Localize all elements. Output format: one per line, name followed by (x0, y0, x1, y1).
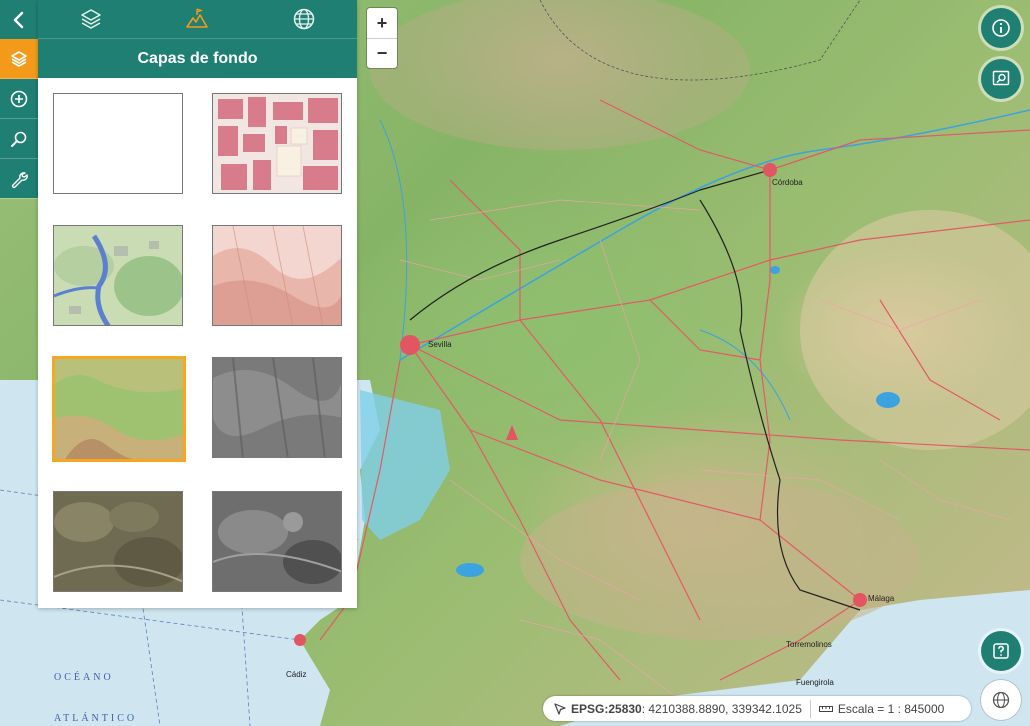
serrania (520, 480, 920, 640)
panel-title: Capas de fondo (137, 49, 258, 67)
city-label-malaga: Málaga (868, 594, 895, 603)
basemap-thumbnail-orthophoto[interactable] (53, 491, 183, 592)
ocean-label: OCÉANO (54, 672, 114, 683)
land-use-preview (54, 226, 182, 325)
globe-icon (992, 691, 1010, 709)
layers-icon (81, 9, 101, 29)
layers-icon (11, 50, 27, 67)
river (379, 119, 408, 361)
map-search-button[interactable] (981, 59, 1021, 99)
orthophoto-preview (54, 492, 182, 591)
basemap-thumbnail-orthophoto-bw[interactable] (212, 491, 342, 592)
reservoir (456, 563, 484, 577)
projection-button[interactable] (981, 680, 1021, 720)
scale-readout: Escala = 1 : 845000 (837, 701, 945, 716)
sierra-morena (370, 0, 750, 150)
info-icon (992, 19, 1010, 37)
basemap-thumbnail-cadastral[interactable] (212, 93, 342, 194)
map-search-icon (992, 70, 1010, 86)
scale-icon (818, 705, 833, 712)
collapse-panel-button[interactable] (0, 0, 38, 40)
epsg-label[interactable]: EPSG:25830 (571, 702, 642, 716)
chevron-left-icon (13, 11, 24, 28)
add-layer-button[interactable] (0, 79, 38, 119)
zoom-out-button[interactable]: − (367, 38, 397, 68)
search-icon (11, 131, 27, 147)
left-toolbar (0, 0, 38, 199)
divider (809, 699, 811, 718)
info-button[interactable] (981, 8, 1021, 48)
zoom-control: + − (367, 8, 397, 68)
city-label-sevilla: Sevilla (428, 340, 452, 349)
cursor-icon (554, 702, 566, 715)
status-bar: EPSG:25830 : 4210388.8890, 339342.1025 E… (543, 696, 971, 721)
basemap-thumbnail-blank[interactable] (53, 93, 183, 194)
reservoir (770, 266, 780, 274)
wrench-icon (11, 171, 28, 188)
marshland (360, 390, 450, 540)
city-label-cordoba: Córdoba (772, 178, 803, 187)
hillshade-preview (213, 358, 341, 457)
city-malaga (853, 593, 867, 607)
city-label-cadiz: Cádiz (286, 670, 307, 679)
reservoir (876, 392, 900, 408)
base-layers-panel: Capas de fondo (38, 0, 357, 608)
city-cordoba (763, 163, 777, 177)
basemap-thumbnail-land-use[interactable] (53, 225, 183, 326)
coordinates-readout: : 4210388.8890, 339342.1025 (641, 701, 802, 716)
search-button[interactable] (0, 119, 38, 159)
city-cadiz (294, 634, 306, 646)
layers-button[interactable] (0, 39, 38, 79)
help-button[interactable] (981, 631, 1021, 671)
ocean-label: ATLÁNTICO (54, 713, 138, 724)
city-sevilla (400, 335, 420, 355)
map-icon (186, 8, 209, 28)
city-label-fuengirola: Fuengirola (796, 678, 834, 687)
zoom-in-button[interactable]: + (367, 8, 397, 38)
cadastral-preview (213, 94, 341, 193)
tools-button[interactable] (0, 159, 38, 199)
basemap-thumbnail-topographic[interactable] (52, 356, 186, 462)
panel-header: Capas de fondo (38, 38, 357, 78)
tab-services[interactable] (251, 0, 357, 38)
tab-base-layers[interactable] (144, 0, 250, 38)
topographic-preview (55, 359, 183, 459)
help-icon (993, 643, 1009, 659)
basemap-thumbnail-hillshade[interactable] (212, 357, 342, 458)
relief-preview (213, 226, 341, 325)
globe-icon (293, 8, 315, 30)
panel-tabs (38, 0, 357, 38)
city-label-torremolinos: Torremolinos (786, 640, 832, 649)
river (699, 329, 791, 421)
basemap-thumbnail-relief[interactable] (212, 225, 342, 326)
orthophoto-bw-preview (213, 492, 341, 591)
add-circle-icon (10, 90, 28, 107)
location-marker (506, 425, 518, 440)
tab-overlays[interactable] (38, 0, 144, 38)
